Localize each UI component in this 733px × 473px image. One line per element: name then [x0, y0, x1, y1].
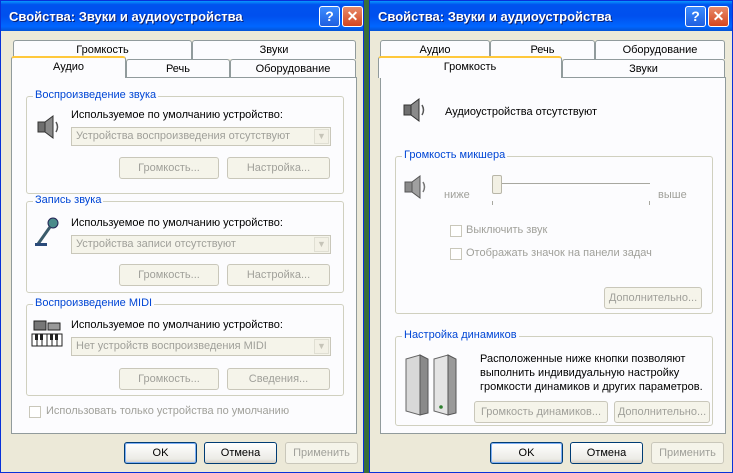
desktop-speakers-icon [405, 354, 457, 416]
tab-speech[interactable]: Речь [126, 59, 230, 78]
microphone-icon [35, 217, 59, 246]
volume-high-label: выше [658, 189, 687, 201]
tab-volume[interactable]: Громкость [378, 56, 562, 78]
cancel-button[interactable]: Отмена [570, 442, 643, 464]
midi-device-select[interactable]: Нет устройств воспроизведения MIDI ▼ [71, 337, 331, 356]
ok-button[interactable]: OK [124, 442, 197, 464]
chevron-down-icon: ▼ [314, 129, 329, 144]
playback-device-select[interactable]: Устройства воспроизведения отсутствуют ▼ [71, 127, 331, 146]
group-label: Громкость микшера [402, 149, 508, 161]
window-title: Свойства: Звуки и аудиоустройства [378, 9, 612, 24]
dialog-body: Аудио Речь Оборудование Громкость Звуки … [373, 31, 729, 469]
recording-volume-button[interactable]: Громкость... [119, 264, 219, 286]
dialog-audio: Свойства: Звуки и аудиоустройства ? ✕ Гр… [0, 0, 364, 473]
mixer-volume-group: Громкость микшера ниже выше Выключить зв… [395, 149, 713, 314]
midi-volume-button[interactable]: Громкость... [119, 368, 219, 390]
tab-panel-volume: Аудиоустройства отсутствуют Громкость ми… [380, 77, 726, 434]
tab-panel-audio: Воспроизведение звука Используемое по ум… [11, 77, 357, 434]
no-devices-label: Аудиоустройства отсутствуют [445, 106, 598, 118]
tab-sounds[interactable]: Звуки [192, 40, 356, 59]
midi-about-button[interactable]: Сведения... [227, 368, 330, 390]
tab-sounds[interactable]: Звуки [562, 59, 725, 78]
slider-tick [492, 201, 493, 205]
only-default-label: Использовать только устройства по умолча… [46, 405, 290, 417]
volume-low-label: ниже [444, 189, 470, 201]
dialog-body: Громкость Звуки Аудио Речь Оборудование … [4, 31, 360, 469]
apply-button[interactable]: Применить [651, 442, 724, 464]
help-icon[interactable]: ? [685, 6, 706, 27]
playback-volume-button[interactable]: Громкость... [119, 157, 219, 179]
tab-hardware[interactable]: Оборудование [230, 59, 356, 78]
speaker-icon [37, 115, 59, 139]
group-label: Воспроизведение MIDI [33, 297, 155, 309]
slider-thumb[interactable] [492, 175, 502, 194]
title-bar[interactable]: Свойства: Звуки и аудиоустройства ? ✕ [1, 1, 363, 31]
tab-hardware[interactable]: Оборудование [595, 40, 725, 59]
mixer-advanced-button[interactable]: Дополнительно... [604, 287, 702, 309]
slider-tick [649, 201, 650, 205]
help-icon[interactable]: ? [319, 6, 340, 27]
group-label: Запись звука [33, 194, 104, 206]
recording-group: Запись звука Используемое по умолчанию у… [26, 194, 344, 293]
default-device-label: Используемое по умолчанию устройство: [71, 109, 283, 121]
speaker-icon [404, 175, 426, 199]
midi-group: Воспроизведение MIDI Используемое по умо… [26, 297, 344, 396]
close-icon[interactable]: ✕ [708, 6, 729, 27]
cancel-button[interactable]: Отмена [204, 442, 277, 464]
speakers-advanced-button[interactable]: Дополнительно... [614, 401, 710, 423]
mute-checkbox[interactable] [450, 225, 462, 237]
apply-button[interactable]: Применить [285, 442, 358, 464]
speakers-description-1: Расположенные ниже кнопки позволяют [480, 353, 686, 365]
only-default-checkbox[interactable] [29, 406, 41, 418]
speaker-icon [403, 98, 425, 122]
speaker-volume-button[interactable]: Громкость динамиков... [474, 401, 608, 423]
recording-device-select[interactable]: Устройства записи отсутствуют ▼ [71, 235, 331, 254]
ok-button[interactable]: OK [490, 442, 563, 464]
chevron-down-icon: ▼ [314, 237, 329, 252]
recording-settings-button[interactable]: Настройка... [227, 264, 330, 286]
playback-settings-button[interactable]: Настройка... [227, 157, 330, 179]
default-device-label: Используемое по умолчанию устройство: [71, 217, 283, 229]
tab-audio[interactable]: Аудио [11, 56, 126, 78]
tray-icon-label: Отображать значок на панели задач [466, 247, 652, 259]
playback-group: Воспроизведение звука Используемое по ум… [26, 89, 344, 194]
speaker-settings-group: Настройка динамиков Расположенные ниже к… [395, 329, 713, 426]
title-bar[interactable]: Свойства: Звуки и аудиоустройства ? ✕ [370, 1, 732, 31]
group-label: Воспроизведение звука [33, 89, 159, 101]
keyboard-icon [31, 320, 63, 347]
speakers-description-3: громкости динамиков и других параметров. [480, 381, 703, 393]
chevron-down-icon: ▼ [314, 339, 329, 354]
close-icon[interactable]: ✕ [342, 6, 363, 27]
mute-label: Выключить звук [466, 224, 548, 236]
speakers-description-2: выполнить индивидуальную настройку [480, 367, 680, 379]
mixer-volume-slider[interactable] [492, 183, 650, 186]
group-label: Настройка динамиков [402, 329, 519, 341]
default-device-label: Используемое по умолчанию устройство: [71, 319, 283, 331]
tray-icon-checkbox[interactable] [450, 248, 462, 260]
window-title: Свойства: Звуки и аудиоустройства [9, 9, 243, 24]
dialog-volume: Свойства: Звуки и аудиоустройства ? ✕ Ау… [369, 0, 733, 473]
